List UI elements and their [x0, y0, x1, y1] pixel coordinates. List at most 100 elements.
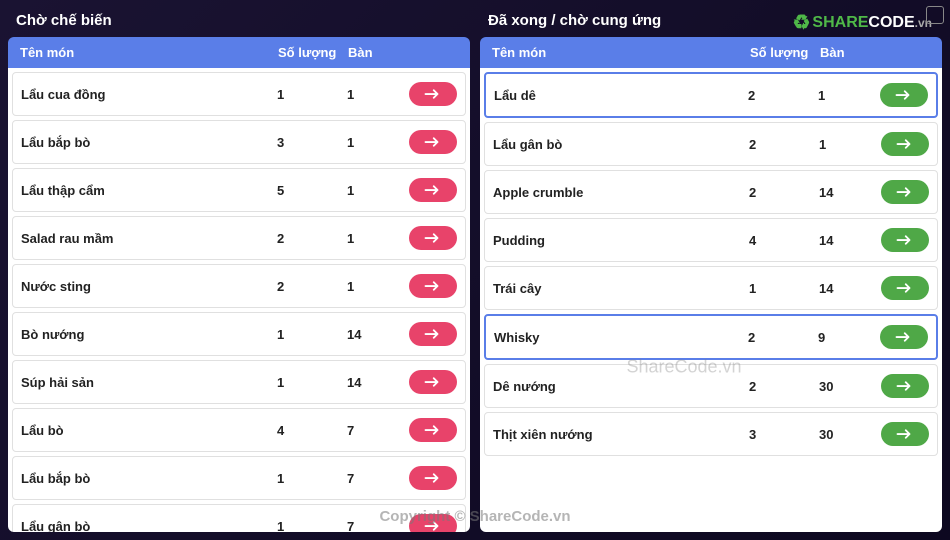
dish-qty: 1 [277, 375, 347, 390]
arrow-right-icon [895, 330, 913, 344]
dish-table: 1 [818, 88, 868, 103]
arrow-right-icon [424, 471, 442, 485]
dish-table: 14 [347, 327, 397, 342]
dish-name: Lẩu gân bò [493, 137, 749, 152]
dish-table: 14 [347, 375, 397, 390]
col-table-header: Bàn [348, 45, 398, 60]
table-row: Lẩu dê21 [484, 72, 938, 118]
done-panel: Đã xong / chờ cung ứng Tên món Số lượng … [480, 8, 942, 532]
forward-button[interactable] [881, 422, 929, 446]
dish-qty: 2 [748, 88, 818, 103]
forward-button[interactable] [409, 82, 457, 106]
dish-name: Whisky [494, 330, 748, 345]
table-row: Bò nướng114 [12, 312, 466, 356]
arrow-right-icon [895, 88, 913, 102]
table-row: Lẩu bắp bò31 [12, 120, 466, 164]
dish-name: Lẩu bắp bò [21, 135, 277, 150]
dish-name: Lẩu thập cẩm [21, 183, 277, 198]
forward-button[interactable] [409, 178, 457, 202]
done-header: Tên món Số lượng Bàn [480, 37, 942, 68]
dish-name: Salad rau mầm [21, 231, 277, 246]
dish-table: 14 [819, 281, 869, 296]
col-qty-header: Số lượng [750, 45, 820, 60]
dish-name: Bò nướng [21, 327, 277, 342]
dish-name: Trái cây [493, 281, 749, 296]
forward-button[interactable] [409, 130, 457, 154]
forward-button[interactable] [881, 374, 929, 398]
forward-button[interactable] [881, 132, 929, 156]
dish-qty: 2 [277, 231, 347, 246]
dish-table: 7 [347, 471, 397, 486]
dish-table: 14 [819, 233, 869, 248]
arrow-right-icon [424, 135, 442, 149]
dish-qty: 1 [277, 471, 347, 486]
table-row: Dê nướng230 [484, 364, 938, 408]
arrow-right-icon [896, 281, 914, 295]
dish-qty: 3 [749, 427, 819, 442]
dish-qty: 2 [277, 279, 347, 294]
forward-button[interactable] [880, 83, 928, 107]
dish-table: 1 [819, 137, 869, 152]
table-row: Lẩu gân bò17 [12, 504, 466, 532]
arrow-right-icon [424, 231, 442, 245]
arrow-right-icon [424, 183, 442, 197]
dish-qty: 1 [277, 87, 347, 102]
arrow-right-icon [424, 87, 442, 101]
arrow-right-icon [896, 427, 914, 441]
dish-name: Nước sting [21, 279, 277, 294]
table-row: Súp hải sản114 [12, 360, 466, 404]
dish-name: Lẩu bắp bò [21, 471, 277, 486]
arrow-right-icon [896, 137, 914, 151]
forward-button[interactable] [881, 180, 929, 204]
table-row: Lẩu gân bò21 [484, 122, 938, 166]
dish-table: 1 [347, 279, 397, 294]
col-qty-header: Số lượng [278, 45, 348, 60]
table-row: Apple crumble214 [484, 170, 938, 214]
dish-qty: 2 [749, 379, 819, 394]
forward-button[interactable] [409, 418, 457, 442]
arrow-right-icon [896, 233, 914, 247]
dish-table: 30 [819, 379, 869, 394]
forward-button[interactable] [409, 466, 457, 490]
pending-title: Chờ chế biến [8, 8, 470, 37]
dish-qty: 1 [277, 519, 347, 533]
arrow-right-icon [896, 379, 914, 393]
arrow-right-icon [424, 519, 442, 532]
table-row: Salad rau mầm21 [12, 216, 466, 260]
table-row: Lẩu bắp bò17 [12, 456, 466, 500]
table-row: Pudding414 [484, 218, 938, 262]
forward-button[interactable] [881, 228, 929, 252]
dish-table: 1 [347, 135, 397, 150]
forward-button[interactable] [881, 276, 929, 300]
table-row: Nước sting21 [12, 264, 466, 308]
dish-table: 1 [347, 87, 397, 102]
dish-name: Dê nướng [493, 379, 749, 394]
col-action-header [398, 45, 458, 60]
dish-name: Apple crumble [493, 185, 749, 200]
dish-qty: 4 [749, 233, 819, 248]
dish-qty: 5 [277, 183, 347, 198]
forward-button[interactable] [880, 325, 928, 349]
arrow-right-icon [424, 375, 442, 389]
arrow-right-icon [424, 327, 442, 341]
table-row: Lẩu thập cẩm51 [12, 168, 466, 212]
table-row: Trái cây114 [484, 266, 938, 310]
table-row: Whisky29 [484, 314, 938, 360]
dish-qty: 4 [277, 423, 347, 438]
dish-name: Súp hải sản [21, 375, 277, 390]
arrow-right-icon [424, 423, 442, 437]
arrow-right-icon [424, 279, 442, 293]
forward-button[interactable] [409, 226, 457, 250]
forward-button[interactable] [409, 370, 457, 394]
forward-button[interactable] [409, 322, 457, 346]
dish-name: Lẩu bò [21, 423, 277, 438]
dish-table: 30 [819, 427, 869, 442]
done-list[interactable]: Lẩu dê21Lẩu gân bò21Apple crumble214Pudd… [480, 68, 942, 532]
col-name-header: Tên món [20, 45, 278, 60]
dish-name: Lẩu gân bò [21, 519, 277, 533]
forward-button[interactable] [409, 274, 457, 298]
dish-qty: 2 [749, 137, 819, 152]
pending-list[interactable]: Lẩu cua đồng11Lẩu bắp bò31Lẩu thập cẩm51… [8, 68, 470, 532]
forward-button[interactable] [409, 514, 457, 532]
dish-table: 7 [347, 423, 397, 438]
